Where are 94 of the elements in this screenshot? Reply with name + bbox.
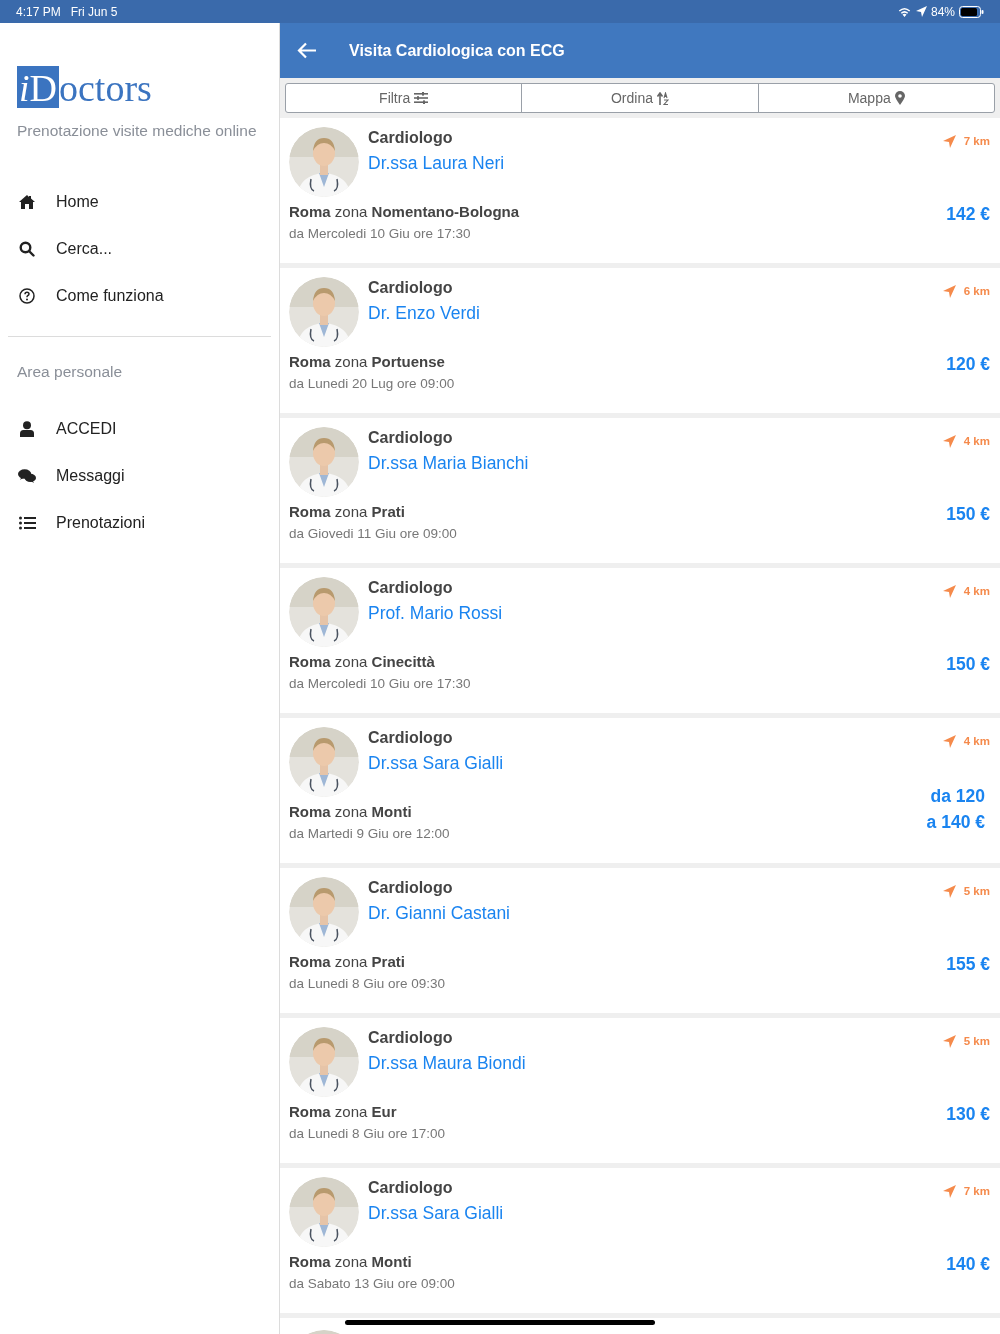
doctor-name[interactable]: Dr.ssa Sara Gialli	[368, 748, 943, 778]
toolbar-button[interactable]: Ordina	[521, 84, 758, 112]
status-date: Fri Jun 5	[70, 3, 118, 21]
sidebar-item[interactable]: Prenotazioni	[0, 499, 279, 547]
sidebar-item[interactable]: Cerca...	[0, 225, 279, 273]
price: da 120	[930, 785, 985, 808]
distance: 7 km	[963, 1184, 990, 1199]
distance: 5 km	[963, 1034, 990, 1049]
doctor-card[interactable]: Cardiologo Dr. Enzo Verdi 6 km Roma zona Portuense da Lunedi 20 Lug ore 09:00 120 €	[280, 268, 1000, 413]
location: Roma zona Portuense	[289, 352, 446, 372]
availability: da Lunedi 8 Giu ore 17:00	[289, 1125, 446, 1143]
navigation-arrow-icon	[942, 285, 956, 299]
doctor-card[interactable]: Cardiologo Dr.ssa Maura Biondi 5 km Roma zona Eur da Lunedi 8 Giu ore 17:00 130 €	[280, 1018, 1000, 1163]
doctor-card[interactable]: Cardiologo Dr.ssa Maria Bianchi 4 km Roma zona Prati da Giovedi 11 Giu ore 09:00 150 €	[280, 418, 1000, 563]
price: 120 €	[946, 353, 990, 376]
price: 150 €	[946, 503, 990, 526]
sort-icon	[657, 91, 669, 105]
tagline: Prenotazione visite mediche online	[17, 121, 258, 141]
price: 140 €	[946, 1253, 990, 1276]
toolbar-button[interactable]: Filtra	[286, 84, 522, 112]
doctor-name[interactable]: Dr.ssa Maura Biondi	[368, 1048, 943, 1078]
help-icon	[19, 287, 35, 304]
navigation-arrow-icon	[942, 585, 956, 599]
idoctors-logo: iDoctors	[17, 66, 153, 108]
doctor-name[interactable]: Dr.ssa Laura Neri	[368, 148, 943, 178]
distance: 5 km	[963, 884, 990, 899]
availability: da Mercoledi 10 Giu ore 17:30	[289, 225, 472, 243]
doctor-card[interactable]: Cardiologo Dr.ssa Sara Gialli 7 km Roma zona Monti da Sabato 13 Giu ore 09:00 140 €	[280, 1168, 1000, 1313]
navigation-arrow-icon	[942, 1185, 956, 1199]
doctor-name[interactable]: Dr. Enzo Verdi	[368, 298, 943, 328]
list-icon	[18, 516, 36, 530]
back-arrow-icon[interactable]	[297, 42, 317, 59]
wifi-icon	[896, 6, 912, 17]
specialty: Cardiologo	[368, 878, 454, 898]
specialty: Cardiologo	[368, 128, 454, 148]
sidebar-item[interactable]: Home	[0, 178, 279, 226]
distance: 4 km	[963, 584, 990, 599]
price: a 140 €	[926, 811, 985, 834]
doctor-name[interactable]: Dr.ssa Sara Gialli	[368, 1198, 943, 1228]
location-arrow-icon	[915, 6, 927, 17]
specialty: Cardiologo	[368, 1028, 454, 1048]
location: Roma zona Prati	[289, 952, 406, 972]
search-icon	[19, 240, 35, 257]
price: 155 €	[946, 953, 990, 976]
page-title: Visita Cardiologica con ECG	[349, 40, 565, 61]
battery-percent: 84%	[930, 3, 955, 21]
doctor-card[interactable]: Cardiologo Dr. Gianni Castani 5 km Roma zona Prati da Lunedi 8 Giu ore 09:30 155 €	[280, 868, 1000, 1013]
location: Roma zona Eur	[289, 1102, 398, 1122]
doctor-card[interactable]: Cardiologo Dr.ssa Laura Neri 7 km Roma zona Nomentano-Bologna da Mercoledi 10 Giu ore 17:30 142 €	[280, 118, 1000, 263]
sidebar-item[interactable]: Messaggi	[0, 452, 279, 500]
location: Roma zona Nomentano-Bologna	[289, 202, 520, 222]
distance: 6 km	[963, 284, 990, 299]
price: 130 €	[946, 1103, 990, 1126]
navigation-arrow-icon	[942, 135, 956, 149]
availability: da Lunedi 20 Lug ore 09:00	[289, 375, 455, 393]
specialty: Cardiologo	[368, 578, 454, 598]
navigation-arrow-icon	[942, 735, 956, 749]
doctor-name[interactable]: Dr. Gianni Castani	[368, 898, 943, 928]
specialty: Cardiologo	[368, 278, 454, 298]
sidebar-item[interactable]: ACCEDI	[0, 405, 279, 453]
availability: da Giovedi 11 Giu ore 09:00	[289, 525, 457, 543]
location: Roma zona Monti	[289, 1252, 413, 1272]
toolbar-button[interactable]: Mappa	[757, 84, 994, 112]
distance: 4 km	[963, 434, 990, 449]
availability: da Lunedi 8 Giu ore 09:30	[289, 975, 446, 993]
sliders-icon	[414, 92, 429, 104]
location: Roma zona Monti	[289, 802, 413, 822]
distance: 4 km	[963, 734, 990, 749]
doctor-name[interactable]: Dr.ssa Maria Bianchi	[368, 448, 943, 478]
distance: 7 km	[963, 134, 990, 149]
map-pin-icon	[894, 91, 905, 105]
chat-icon	[18, 468, 36, 484]
availability: da Sabato 13 Giu ore 09:00	[289, 1275, 455, 1293]
location: Roma zona Prati	[289, 502, 406, 522]
battery-icon	[959, 5, 984, 18]
section-title: Area personale	[17, 362, 124, 383]
navigation-arrow-icon	[942, 885, 956, 899]
sidebar-item[interactable]: Come funziona	[0, 272, 279, 320]
home-icon	[18, 193, 36, 210]
price: 142 €	[946, 203, 990, 226]
user-icon	[20, 421, 34, 437]
status-time: 4:17 PM	[16, 3, 61, 21]
availability: da Mercoledi 10 Giu ore 17:30	[289, 675, 471, 693]
location: Roma zona Cinecittà	[289, 652, 436, 672]
navigation-arrow-icon	[942, 435, 956, 449]
price: 150 €	[946, 653, 990, 676]
specialty: Cardiologo	[368, 428, 454, 448]
specialty: Cardiologo	[368, 1178, 454, 1198]
specialty: Cardiologo	[368, 728, 454, 748]
navigation-arrow-icon	[942, 1035, 956, 1049]
doctor-card[interactable]: Cardiologo Prof. Mario Rossi 4 km Roma zona Cinecittà da Mercoledi 10 Giu ore 17:30 150 €	[280, 568, 1000, 713]
doctor-card[interactable]: Cardiologo Dr.ssa Sara Gialli 4 km Roma zona Monti da Martedi 9 Giu ore 12:00 da 120 a 140 €	[280, 718, 1000, 863]
doctor-name[interactable]: Prof. Mario Rossi	[368, 598, 943, 628]
availability: da Martedi 9 Giu ore 12:00	[289, 825, 450, 843]
